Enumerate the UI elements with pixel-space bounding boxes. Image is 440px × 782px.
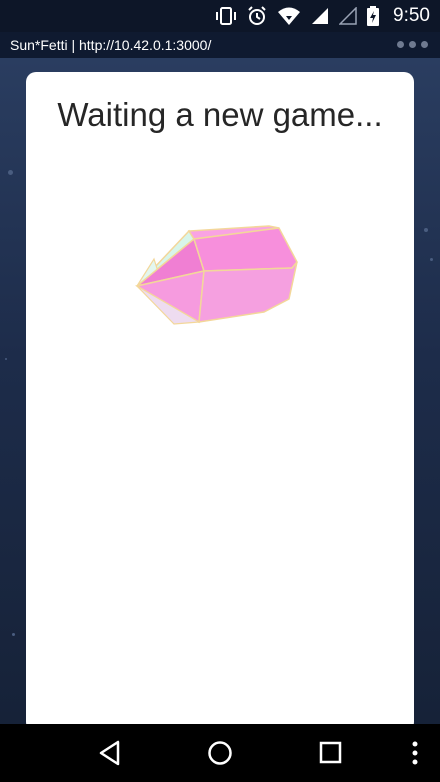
waiting-title: Waiting a new game... <box>57 96 383 133</box>
game-card: Waiting a new game... <box>26 72 414 732</box>
overflow-menu-icon[interactable] <box>397 41 428 48</box>
clock-time: 9:50 <box>393 5 430 26</box>
url-label[interactable]: Sun*Fetti | http://10.42.0.1:3000/ <box>10 37 211 53</box>
signal-empty-icon <box>339 7 357 25</box>
status-bar: 9:50 <box>0 0 440 32</box>
vibrate-icon <box>216 7 237 25</box>
wifi-icon <box>278 7 301 25</box>
alarm-icon <box>248 6 266 25</box>
recents-icon[interactable] <box>319 740 343 766</box>
more-icon[interactable] <box>410 740 420 766</box>
browser-title-bar: Sun*Fetti | http://10.42.0.1:3000/ <box>0 32 440 58</box>
battery-charging-icon <box>367 6 380 26</box>
navigation-bar <box>0 724 440 782</box>
signal-full-icon <box>312 8 329 24</box>
gem-icon <box>134 225 298 325</box>
home-icon[interactable] <box>207 740 233 766</box>
back-icon[interactable] <box>98 740 122 766</box>
